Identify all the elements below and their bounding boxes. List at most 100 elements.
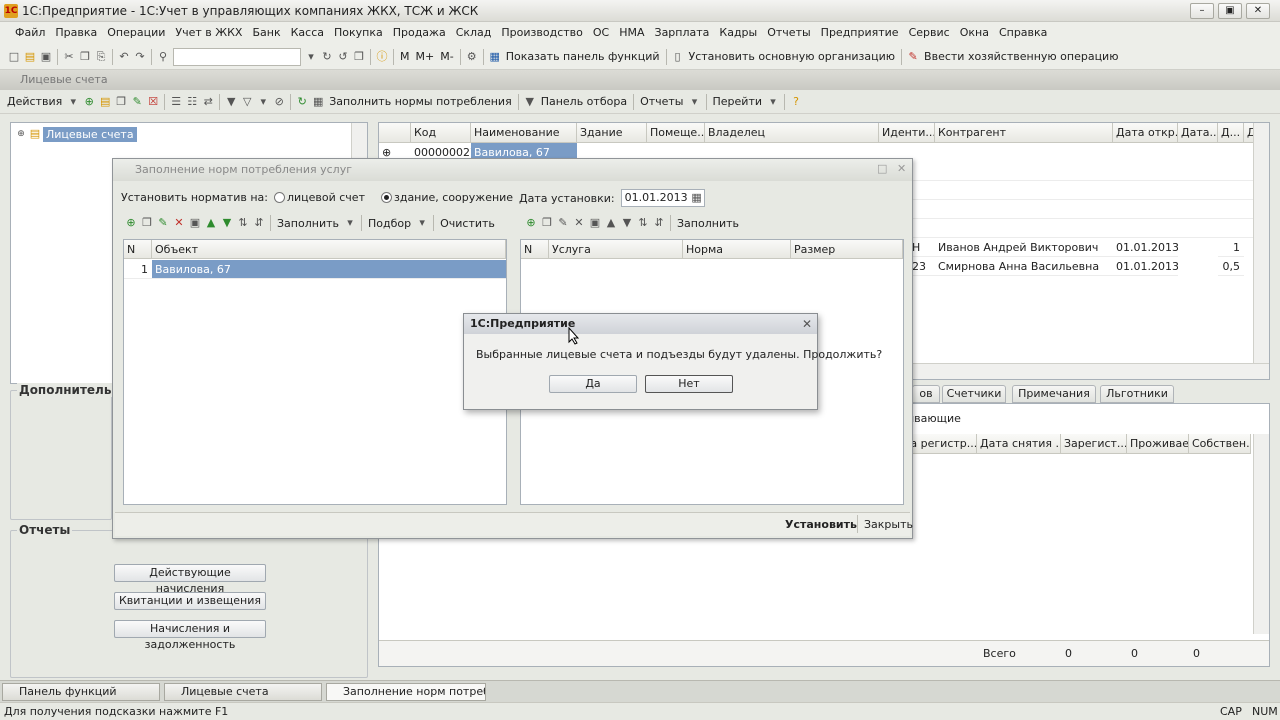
menu-warehouse[interactable]: Склад <box>451 22 497 44</box>
current-charges-button[interactable]: Действующие начисления <box>114 564 266 595</box>
column-header-ident[interactable]: Иденти... <box>879 123 935 143</box>
move-up-icon[interactable]: ▲ <box>603 215 619 231</box>
radio-building[interactable] <box>380 192 392 203</box>
paste-icon[interactable]: ⎘ <box>93 49 109 65</box>
column-header-date-open[interactable]: Дата откр... <box>1113 123 1178 143</box>
menu-bank[interactable]: Банк <box>247 22 285 44</box>
table-row-date-open[interactable]: 01.01.2013 <box>1113 257 1178 276</box>
dropdown-icon[interactable]: ▾ <box>65 94 81 110</box>
fill-menu[interactable]: Заполнить <box>274 217 342 230</box>
fill-right-button[interactable]: Заполнить <box>674 217 742 230</box>
copy-icon[interactable]: ❐ <box>113 94 129 110</box>
object-row-n[interactable]: 1 <box>124 260 152 279</box>
memory-mplus-button[interactable]: M+ <box>413 50 438 63</box>
enter-operation-button[interactable]: Ввести хозяйственную операцию <box>921 50 1121 63</box>
menu-file[interactable]: Файл <box>10 22 50 44</box>
column-header-d1[interactable]: Д... <box>1218 123 1244 143</box>
show-function-panel-button[interactable]: Показать панель функций <box>503 50 663 63</box>
tab-notes[interactable]: Примечания <box>1012 385 1096 403</box>
dropdown-icon[interactable]: ▾ <box>687 94 703 110</box>
sub-column-registered[interactable]: Зарегист... <box>1061 434 1127 454</box>
grid-scrollbar[interactable] <box>1253 123 1269 363</box>
post-icon[interactable]: ▣ <box>587 215 603 231</box>
filter-panel-button[interactable]: Панель отбора <box>538 95 630 108</box>
pick-menu[interactable]: Подбор <box>365 217 414 230</box>
column-header-norm[interactable]: Норма <box>683 240 791 259</box>
add-icon[interactable]: ⊕ <box>523 215 539 231</box>
yes-button[interactable]: Да <box>549 375 637 393</box>
add-folder-icon[interactable]: ▤ <box>97 94 113 110</box>
save-icon[interactable]: ▣ <box>38 49 54 65</box>
edit-icon[interactable]: ✎ <box>555 215 571 231</box>
copy-icon[interactable]: ❐ <box>539 215 555 231</box>
close-button[interactable]: ✕ <box>1246 3 1270 19</box>
column-header-size[interactable]: Размер <box>791 240 903 259</box>
add-icon[interactable]: ⊕ <box>123 215 139 231</box>
sort-desc-icon[interactable]: ⇵ <box>651 215 667 231</box>
radio-account-label[interactable]: лицевой счет <box>287 191 365 204</box>
sub-column-unreg-date[interactable]: Дата снятия ... <box>977 434 1061 454</box>
reports-menu[interactable]: Отчеты <box>637 95 686 108</box>
close-dialog-button[interactable]: Закрыть <box>864 518 913 531</box>
sub-column-lives[interactable]: Проживает <box>1127 434 1189 454</box>
menu-intangibles[interactable]: НМА <box>614 22 649 44</box>
edit-icon[interactable]: ✎ <box>155 215 171 231</box>
close-icon[interactable]: ✕ <box>897 162 906 175</box>
tab-beneficiaries[interactable]: Льготники <box>1100 385 1174 403</box>
tree-root-item[interactable]: ⊕ ▤ Лицевые счета <box>15 126 137 142</box>
move-up-icon[interactable]: ▲ <box>203 215 219 231</box>
hierarchy-icon[interactable]: ☰ <box>168 94 184 110</box>
dropdown-icon[interactable]: ▾ <box>765 94 781 110</box>
menu-production[interactable]: Производство <box>496 22 587 44</box>
redo-icon[interactable]: ↷ <box>132 49 148 65</box>
menu-edit[interactable]: Правка <box>50 22 102 44</box>
column-header-contractor[interactable]: Контрагент <box>935 123 1113 143</box>
column-header-building[interactable]: Здание <box>577 123 647 143</box>
column-header-name[interactable]: Наименование <box>471 123 577 143</box>
tab-meters[interactable]: Счетчики <box>942 385 1006 403</box>
find-prev-icon[interactable]: ↺ <box>335 49 351 65</box>
search-combo[interactable] <box>173 47 301 66</box>
edit-icon[interactable]: ✎ <box>129 94 145 110</box>
new-icon[interactable]: □ <box>6 49 22 65</box>
move-down-icon[interactable]: ▼ <box>619 215 635 231</box>
info-icon[interactable]: ⓘ <box>374 49 390 65</box>
task-accounts[interactable]: Лицевые счета <box>164 683 322 701</box>
dropdown-icon[interactable]: ▾ <box>303 49 319 65</box>
menu-fixed-assets[interactable]: ОС <box>588 22 614 44</box>
copy-icon[interactable]: ❐ <box>77 49 93 65</box>
column-header-code[interactable]: Код <box>411 123 471 143</box>
expand-icon[interactable]: ⊕ <box>15 126 27 142</box>
sub-scrollbar[interactable] <box>1253 434 1269 634</box>
task-fill-norms[interactable]: Заполнение норм потребле... <box>326 683 486 701</box>
sort-desc-icon[interactable]: ⇵ <box>251 215 267 231</box>
refresh-icon[interactable]: ↻ <box>294 94 310 110</box>
menu-help[interactable]: Справка <box>994 22 1052 44</box>
search-icon[interactable]: ⚲ <box>155 49 171 65</box>
dropdown-icon[interactable]: ▾ <box>414 215 430 231</box>
delete-icon[interactable]: ☒ <box>145 94 161 110</box>
menu-salary[interactable]: Зарплата <box>650 22 715 44</box>
column-header-n[interactable]: N <box>521 240 549 259</box>
open-icon[interactable]: ▤ <box>22 49 38 65</box>
clear-filter-icon[interactable]: ⊘ <box>271 94 287 110</box>
column-header-n[interactable]: N <box>124 240 152 259</box>
post-icon[interactable]: ▣ <box>187 215 203 231</box>
restore-icon[interactable]: □ <box>877 162 887 175</box>
column-header-owner[interactable]: Владелец <box>705 123 879 143</box>
memory-mminus-button[interactable]: M- <box>437 50 456 63</box>
menu-housing[interactable]: Учет в ЖКХ <box>170 22 247 44</box>
dropdown-icon[interactable]: ▾ <box>342 215 358 231</box>
menu-reports[interactable]: Отчеты <box>762 22 815 44</box>
sort-asc-icon[interactable]: ⇅ <box>235 215 251 231</box>
receipts-button[interactable]: Квитанции и извещения <box>114 592 266 610</box>
objects-table[interactable]: N Объект 1 Вавилова, 67 <box>123 239 507 505</box>
column-header-service[interactable]: Услуга <box>549 240 683 259</box>
minimize-button[interactable]: – <box>1190 3 1214 19</box>
set-main-org-button[interactable]: Установить основную организацию <box>686 50 899 63</box>
column-header-date[interactable]: Дата... <box>1178 123 1218 143</box>
cut-icon[interactable]: ✂ <box>61 49 77 65</box>
table-row-d[interactable]: 0,5 <box>1218 257 1244 276</box>
filter-icon[interactable]: ▼ <box>223 94 239 110</box>
tab-owners[interactable]: ов <box>912 385 940 403</box>
